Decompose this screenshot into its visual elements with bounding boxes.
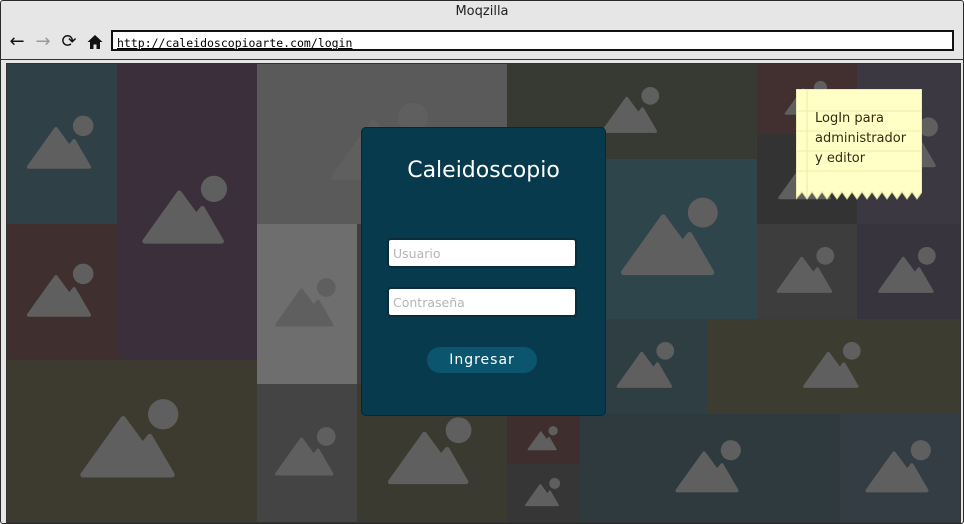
placeholder-image-tile xyxy=(257,224,357,384)
placeholder-image-tile xyxy=(7,64,117,224)
site-title: Caleidoscopio xyxy=(407,158,560,183)
image-placeholder-icon xyxy=(524,478,561,507)
image-placeholder-icon xyxy=(26,263,94,317)
sticky-note: LogIn para administrador y editor xyxy=(796,89,922,200)
username-input[interactable] xyxy=(389,240,575,266)
image-placeholder-icon xyxy=(776,246,835,293)
note-line: LogIn para xyxy=(815,111,884,126)
placeholder-image-tile xyxy=(117,64,257,360)
placeholder-image-tile xyxy=(707,319,960,414)
image-placeholder-icon xyxy=(275,278,336,327)
image-placeholder-icon xyxy=(865,440,931,493)
image-placeholder-icon xyxy=(620,197,718,276)
placeholder-image-tile xyxy=(507,414,580,464)
placeholder-image-tile xyxy=(580,414,840,522)
image-placeholder-icon xyxy=(142,175,228,244)
image-placeholder-icon xyxy=(26,115,94,169)
placeholder-image-tile xyxy=(507,464,580,522)
sticky-note-text: LogIn para administrador y editor xyxy=(815,109,920,169)
placeholder-image-tile xyxy=(7,360,257,522)
image-placeholder-icon xyxy=(275,427,336,476)
image-placeholder-icon xyxy=(80,399,179,478)
address-bar[interactable] xyxy=(111,30,954,52)
placeholder-image-tile xyxy=(840,414,960,522)
login-button[interactable]: Ingresar xyxy=(427,347,537,373)
password-field[interactable] xyxy=(387,287,577,317)
forward-arrow-icon[interactable]: → xyxy=(33,32,53,52)
password-input[interactable] xyxy=(389,289,575,315)
login-dialog: Caleidoscopio Ingresar xyxy=(361,127,606,416)
image-placeholder-icon xyxy=(803,341,861,388)
placeholder-image-tile xyxy=(757,224,857,319)
browser-window: Moqzilla ← → ⟳ LogIn para xyxy=(0,0,964,524)
note-line: y editor xyxy=(815,151,866,166)
image-placeholder-icon xyxy=(878,246,936,293)
image-placeholder-icon xyxy=(675,440,741,493)
note-line: administrador xyxy=(815,131,907,146)
home-icon[interactable] xyxy=(85,32,105,52)
window-title: Moqzilla xyxy=(455,4,509,19)
placeholder-image-tile xyxy=(7,224,117,360)
image-placeholder-icon xyxy=(527,426,558,451)
placeholder-image-tile xyxy=(857,224,960,319)
url-input[interactable] xyxy=(113,34,952,52)
placeholder-image-tile xyxy=(587,159,757,319)
browser-toolbar: ← → ⟳ xyxy=(1,25,963,60)
username-field[interactable] xyxy=(387,238,577,268)
back-arrow-icon[interactable]: ← xyxy=(7,32,27,52)
reload-icon[interactable]: ⟳ xyxy=(59,32,79,52)
placeholder-image-tile xyxy=(257,384,357,522)
